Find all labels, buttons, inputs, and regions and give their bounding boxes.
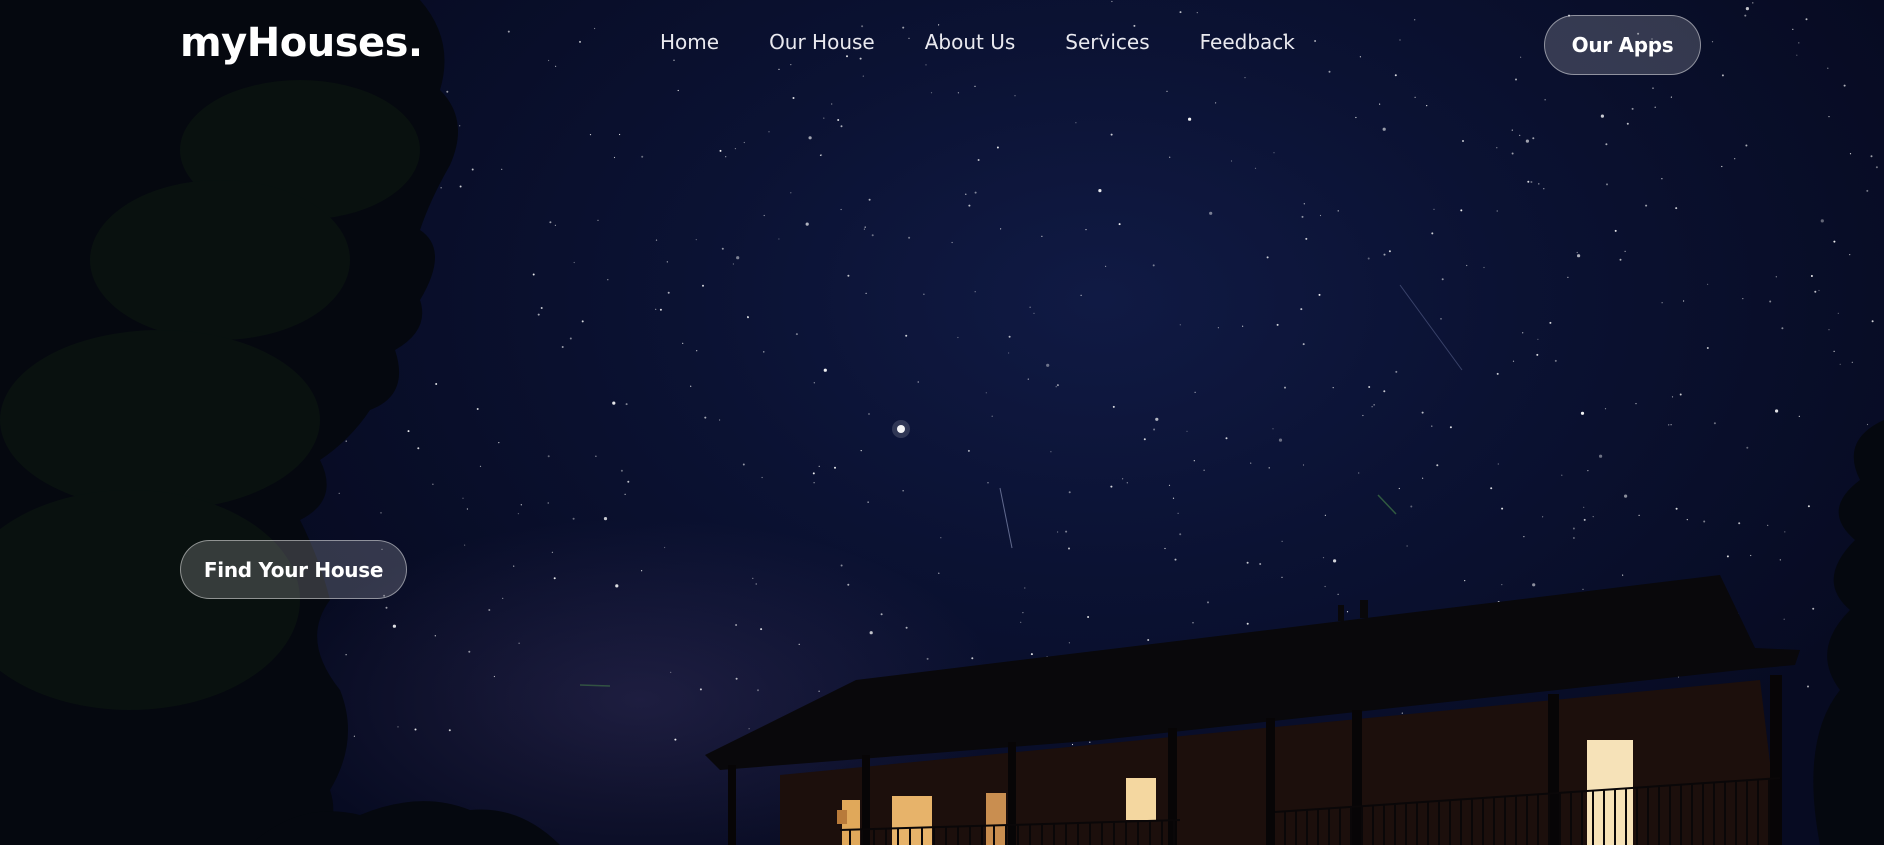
meteor-streak [579, 684, 611, 687]
meteor-streak [999, 487, 1013, 549]
porch-lamp [837, 810, 847, 824]
our-apps-button[interactable]: Our Apps [1544, 15, 1701, 75]
find-your-house-button[interactable]: Find Your House [180, 540, 407, 599]
house-window [1126, 778, 1156, 820]
nav-link-our-house[interactable]: Our House [769, 30, 875, 54]
night-sky-background [0, 0, 1884, 845]
brand-logo[interactable]: myHouses. [180, 20, 423, 66]
tree-silhouette-right [1813, 420, 1884, 845]
nav-link-services[interactable]: Services [1065, 30, 1149, 54]
meteor-streak [1377, 494, 1397, 515]
nav-link-about-us[interactable]: About Us [925, 30, 1016, 54]
hero-section: myHouses. Home Our House About Us Servic… [0, 0, 1884, 845]
nav-link-feedback[interactable]: Feedback [1200, 30, 1295, 54]
house-window [986, 793, 1006, 845]
nav-link-home[interactable]: Home [660, 30, 719, 54]
meteor-streak [1399, 284, 1463, 371]
main-nav: Home Our House About Us Services Feedbac… [660, 30, 1295, 54]
house-silhouette [705, 575, 1800, 845]
